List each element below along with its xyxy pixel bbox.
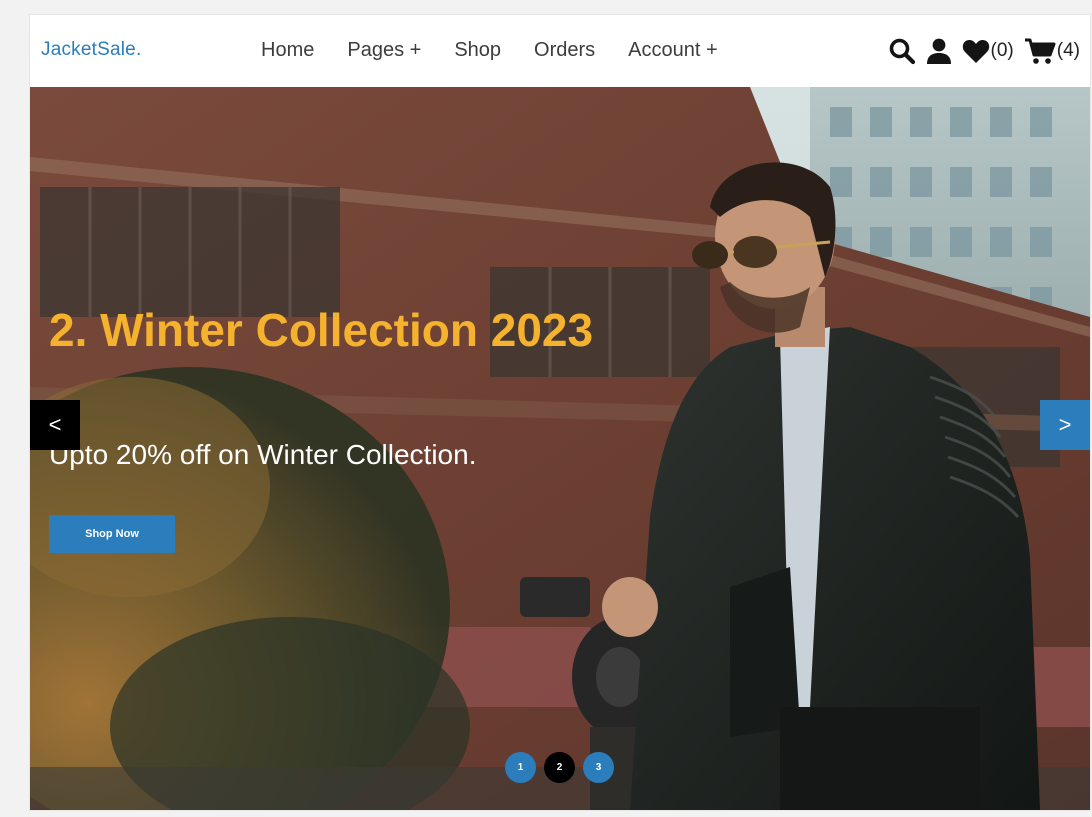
page-frame: JacketSale. Home Pages + Shop Orders Acc…: [30, 15, 1090, 810]
hero-slider: 2. Winter Collection 2023 Upto 20% off o…: [30, 87, 1090, 810]
heart-icon: [962, 39, 989, 63]
cart-icon: [1024, 38, 1056, 64]
next-slide-button[interactable]: >: [1040, 400, 1090, 450]
wishlist-count: (0): [990, 40, 1014, 61]
chevron-left-icon: <: [48, 412, 62, 437]
shop-now-button[interactable]: Shop Now: [49, 515, 175, 553]
wishlist-button[interactable]: (0): [962, 38, 1014, 64]
chevron-right-icon: >: [1058, 412, 1072, 437]
nav-account[interactable]: Account +: [628, 39, 718, 62]
slide-dot-1[interactable]: 1: [505, 752, 536, 783]
slide-dot-3[interactable]: 3: [583, 752, 614, 783]
prev-slide-button[interactable]: <: [30, 400, 80, 450]
hero-subtitle: Upto 20% off on Winter Collection.: [49, 439, 477, 470]
slider-pagination: 1 2 3: [505, 752, 614, 783]
nav-shop[interactable]: Shop: [454, 39, 501, 62]
site-header: JacketSale. Home Pages + Shop Orders Acc…: [30, 15, 1090, 88]
nav-orders[interactable]: Orders: [534, 39, 595, 62]
user-icon[interactable]: [926, 37, 952, 65]
main-nav: Home Pages + Shop Orders Account +: [261, 39, 718, 62]
nav-pages[interactable]: Pages +: [347, 39, 421, 62]
hero-title: 2. Winter Collection 2023: [49, 304, 594, 356]
nav-home[interactable]: Home: [261, 39, 314, 62]
slide-dot-2[interactable]: 2: [544, 752, 575, 783]
cart-count: (4): [1056, 40, 1080, 61]
search-icon[interactable]: [888, 37, 916, 65]
header-actions: (0) (4): [888, 37, 1080, 65]
brand-logo[interactable]: JacketSale.: [41, 39, 141, 61]
cart-button[interactable]: (4): [1024, 37, 1080, 65]
